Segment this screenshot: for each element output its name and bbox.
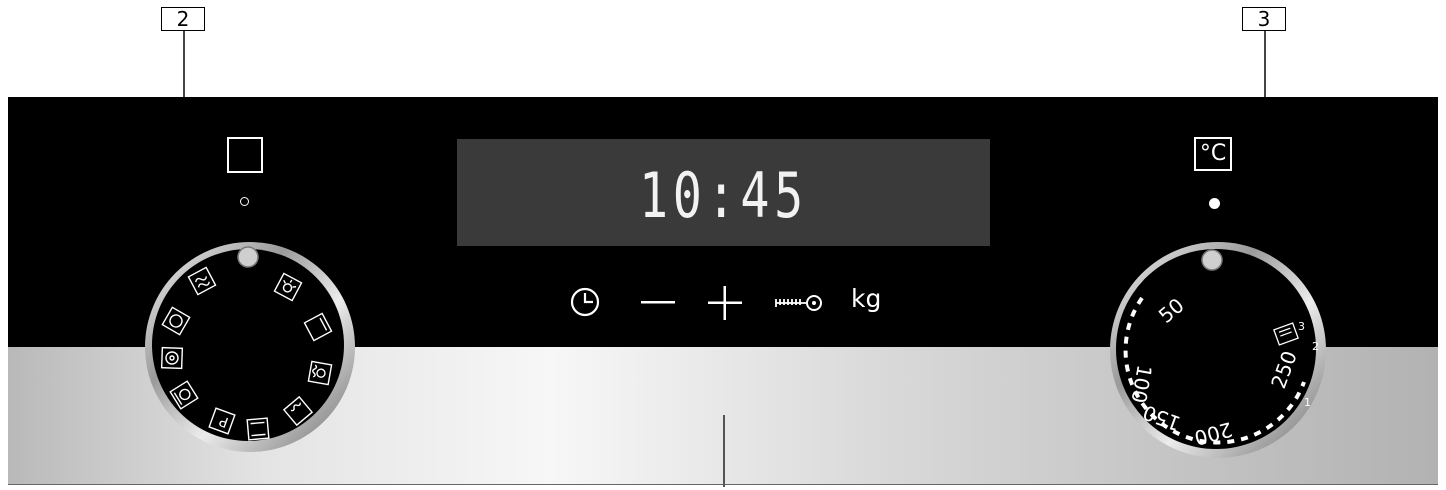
function-selector-knob[interactable]: P — [140, 235, 370, 465]
key-icon[interactable] — [774, 293, 824, 313]
clock-icon[interactable] — [569, 286, 601, 318]
knob-marker — [1201, 249, 1223, 271]
temperature-led — [1209, 198, 1220, 209]
plus-icon[interactable] — [708, 286, 742, 320]
callout-label-2: 2 — [161, 7, 205, 31]
temperature-selector-knob[interactable]: 50 100 150 200 250 1 2 3 — [1098, 236, 1338, 466]
grill-level-2: 2 — [1312, 340, 1319, 353]
display-time: 10:45 — [639, 159, 808, 232]
weight-kg-button[interactable]: kg — [851, 284, 881, 313]
celsius-badge: °C — [1194, 137, 1232, 171]
time-display: 10:45 — [457, 139, 990, 246]
function-led — [240, 197, 249, 206]
grill-level-1: 1 — [1304, 396, 1311, 409]
minus-icon[interactable] — [641, 301, 675, 305]
grill-level-3: 3 — [1298, 320, 1305, 333]
callout-label-3: 3 — [1242, 7, 1286, 31]
square-outline-icon — [227, 137, 263, 173]
knob-marker — [237, 246, 259, 268]
callout-leader-1 — [723, 415, 725, 487]
